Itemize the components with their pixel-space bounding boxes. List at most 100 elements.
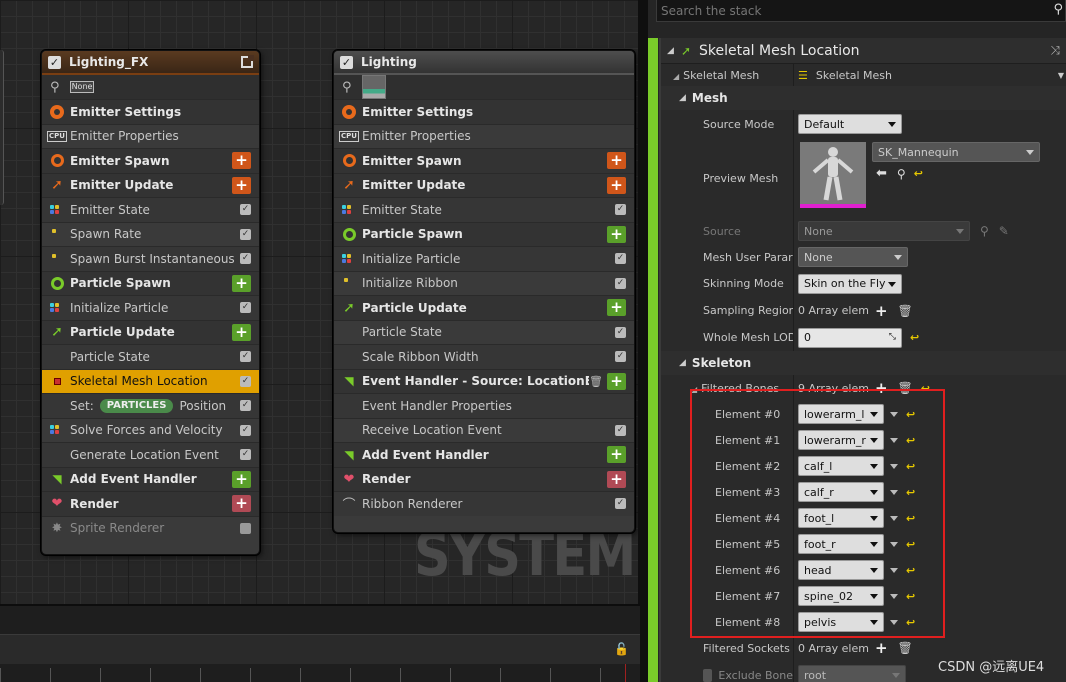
- mesh-user-param-dropdown[interactable]: None: [798, 247, 908, 267]
- add-module-button[interactable]: +: [607, 372, 626, 390]
- trash-icon[interactable]: 🗑: [898, 304, 913, 318]
- bone-name-dropdown[interactable]: foot_l: [798, 508, 884, 528]
- module-enable-checkbox[interactable]: ✓: [240, 253, 251, 265]
- add-module-button[interactable]: +: [607, 299, 626, 317]
- module-enable-checkbox[interactable]: ✓: [240, 424, 251, 436]
- emitter-enable-checkbox[interactable]: ✓: [340, 55, 353, 69]
- reset-to-default-icon[interactable]: ↩: [906, 616, 915, 629]
- emitter-node-title-bar[interactable]: ✓ Lighting: [334, 51, 634, 75]
- bone-name-dropdown[interactable]: calf_l: [798, 456, 884, 476]
- reset-to-default-icon[interactable]: ↩: [906, 434, 915, 447]
- reset-to-default-icon[interactable]: ↩: [906, 486, 915, 499]
- stack-row-render[interactable]: ❤ Render +: [42, 491, 259, 516]
- module-header[interactable]: ◢ ➚ Skeletal Mesh Location ⤨: [661, 38, 1066, 64]
- mesh-thumbnail[interactable]: [800, 142, 866, 208]
- row-value[interactable]: ☰ Skeletal Mesh ▼: [793, 64, 1066, 86]
- skinning-mode-dropdown[interactable]: Skin on the Fly: [798, 273, 902, 294]
- stack-row-event-handler-source-locationevent[interactable]: ◥ Event Handler - Source: LocationEvent🗑 +: [334, 368, 634, 393]
- skeleton-category[interactable]: ◢ Skeleton: [661, 351, 1066, 375]
- module-enable-checkbox[interactable]: ✓: [615, 351, 626, 363]
- stack-row-skeletal-mesh-location[interactable]: Skeletal Mesh Location ✓: [42, 368, 259, 393]
- stack-row-initialize-ribbon[interactable]: Initialize Ribbon ✓: [334, 270, 634, 295]
- reset-to-default-icon[interactable]: ↩: [906, 408, 915, 421]
- module-enable-checkbox[interactable]: ✓: [240, 228, 251, 240]
- add-module-button[interactable]: +: [607, 446, 626, 464]
- stack-row-particle-update[interactable]: ➚ Particle Update +: [42, 319, 259, 344]
- stack-row-generate-location-event[interactable]: Generate Location Event ✓: [42, 442, 259, 467]
- chevron-down-icon[interactable]: [890, 567, 898, 573]
- reset-to-default-icon[interactable]: ↩: [906, 590, 915, 603]
- stack-row-initialize-particle[interactable]: Initialize Particle ✓: [334, 246, 634, 271]
- reset-to-default-icon[interactable]: ↩: [910, 331, 919, 344]
- stack-row-initialize-particle[interactable]: Initialize Particle ✓: [42, 295, 259, 320]
- reset-to-default-icon[interactable]: ↩: [914, 167, 923, 180]
- stack-row-emitter-spawn[interactable]: Emitter Spawn +: [42, 148, 259, 173]
- bone-name-dropdown[interactable]: pelvis: [798, 612, 884, 632]
- chevron-down-icon[interactable]: [890, 463, 898, 469]
- mesh-category[interactable]: ◢ Mesh: [661, 86, 1066, 110]
- whole-mesh-lod-input[interactable]: 0 ⤡: [798, 327, 902, 348]
- stack-row-set[interactable]: Set: PARTICLES Position ✓: [42, 393, 259, 418]
- panel-splitter[interactable]: [640, 0, 648, 682]
- add-module-button[interactable]: +: [232, 470, 251, 488]
- stack-row-emitter-properties[interactable]: CPU Emitter Properties: [334, 123, 634, 148]
- stack-row-emitter-spawn[interactable]: Emitter Spawn +: [334, 148, 634, 173]
- stack-row-spawn-rate[interactable]: Spawn Rate ✓: [42, 221, 259, 246]
- module-enable-checkbox[interactable]: ✓: [615, 498, 626, 510]
- timeline-end-marker[interactable]: [625, 664, 626, 682]
- stack-row-sprite-renderer[interactable]: ✸ Sprite Renderer ✓: [42, 515, 259, 540]
- reset-to-default-icon[interactable]: ↩: [906, 460, 915, 473]
- search-icon[interactable]: ⚲: [980, 224, 989, 238]
- module-enable-checkbox[interactable]: ✓: [240, 522, 251, 534]
- timeline-panel[interactable]: 🔓: [0, 604, 640, 682]
- bone-name-dropdown[interactable]: spine_02: [798, 586, 884, 606]
- use-selected-arrow-icon[interactable]: ⬅: [876, 166, 887, 181]
- trash-icon[interactable]: 🗑: [898, 641, 913, 655]
- bone-name-dropdown[interactable]: calf_r: [798, 482, 884, 502]
- add-module-button[interactable]: +: [232, 176, 251, 194]
- bone-name-dropdown[interactable]: foot_r: [798, 534, 884, 554]
- emitter-node-title-bar[interactable]: ✓ Lighting_FX: [42, 51, 259, 75]
- add-module-button[interactable]: +: [232, 274, 251, 292]
- trash-icon[interactable]: 🗑: [589, 375, 603, 388]
- stack-row-emitter-properties[interactable]: CPU Emitter Properties: [42, 123, 259, 148]
- stack-row-ribbon-renderer[interactable]: ⌒ Ribbon Renderer ✓: [334, 491, 634, 516]
- chevron-down-icon[interactable]: [890, 437, 898, 443]
- stack-row-particle-state[interactable]: Particle State ✓: [334, 319, 634, 344]
- preview-mesh-dropdown[interactable]: SK_Mannequin: [872, 142, 1040, 162]
- module-enable-checkbox[interactable]: ✓: [240, 302, 251, 314]
- chevron-down-icon[interactable]: [890, 593, 898, 599]
- module-enable-checkbox[interactable]: ✓: [240, 449, 251, 461]
- stack-row-emitter-state[interactable]: Emitter State ✓: [42, 197, 259, 222]
- chevron-down-icon[interactable]: [890, 489, 898, 495]
- module-enable-checkbox[interactable]: ✓: [615, 277, 626, 289]
- module-enable-checkbox[interactable]: ✓: [240, 375, 251, 387]
- stack-row-event-handler-properties[interactable]: Event Handler Properties: [334, 393, 634, 418]
- stack-row-emitter-state[interactable]: Emitter State ✓: [334, 197, 634, 222]
- lock-icon[interactable]: 🔓: [614, 642, 629, 656]
- stack-row-particle-state[interactable]: Particle State ✓: [42, 344, 259, 369]
- stack-row-scale-ribbon-width[interactable]: Scale Ribbon Width ✓: [334, 344, 634, 369]
- add-module-button[interactable]: +: [232, 152, 251, 170]
- module-enable-checkbox[interactable]: ✓: [240, 400, 251, 412]
- module-enable-checkbox[interactable]: ✓: [615, 326, 626, 338]
- search-icon[interactable]: ⚲: [1053, 2, 1063, 17]
- stack-row-emitter-settings[interactable]: Emitter Settings: [334, 99, 634, 124]
- stack-row-spawn-burst-instantaneous[interactable]: Spawn Burst Instantaneous ✓: [42, 246, 259, 271]
- module-enable-checkbox[interactable]: ✓: [240, 204, 251, 216]
- collapse-triangle-icon[interactable]: ◢: [667, 46, 681, 56]
- source-dropdown[interactable]: None: [798, 221, 970, 241]
- chevron-down-icon[interactable]: [890, 619, 898, 625]
- emitter-enable-checkbox[interactable]: ✓: [48, 55, 61, 69]
- bone-name-dropdown[interactable]: lowerarm_r: [798, 430, 884, 450]
- chevron-down-icon[interactable]: ▼: [1058, 71, 1064, 80]
- bone-name-dropdown[interactable]: lowerarm_l: [798, 404, 884, 424]
- stack-row-particle-spawn[interactable]: Particle Spawn +: [334, 221, 634, 246]
- open-external-icon[interactable]: [241, 55, 254, 68]
- exclude-bone-checkbox[interactable]: [703, 668, 713, 682]
- add-element-icon[interactable]: +: [875, 639, 888, 657]
- collapse-triangle-icon[interactable]: ◢: [679, 93, 686, 103]
- add-module-button[interactable]: +: [607, 176, 626, 194]
- browse-search-icon[interactable]: ⚲: [897, 167, 906, 181]
- add-element-icon[interactable]: +: [875, 302, 888, 320]
